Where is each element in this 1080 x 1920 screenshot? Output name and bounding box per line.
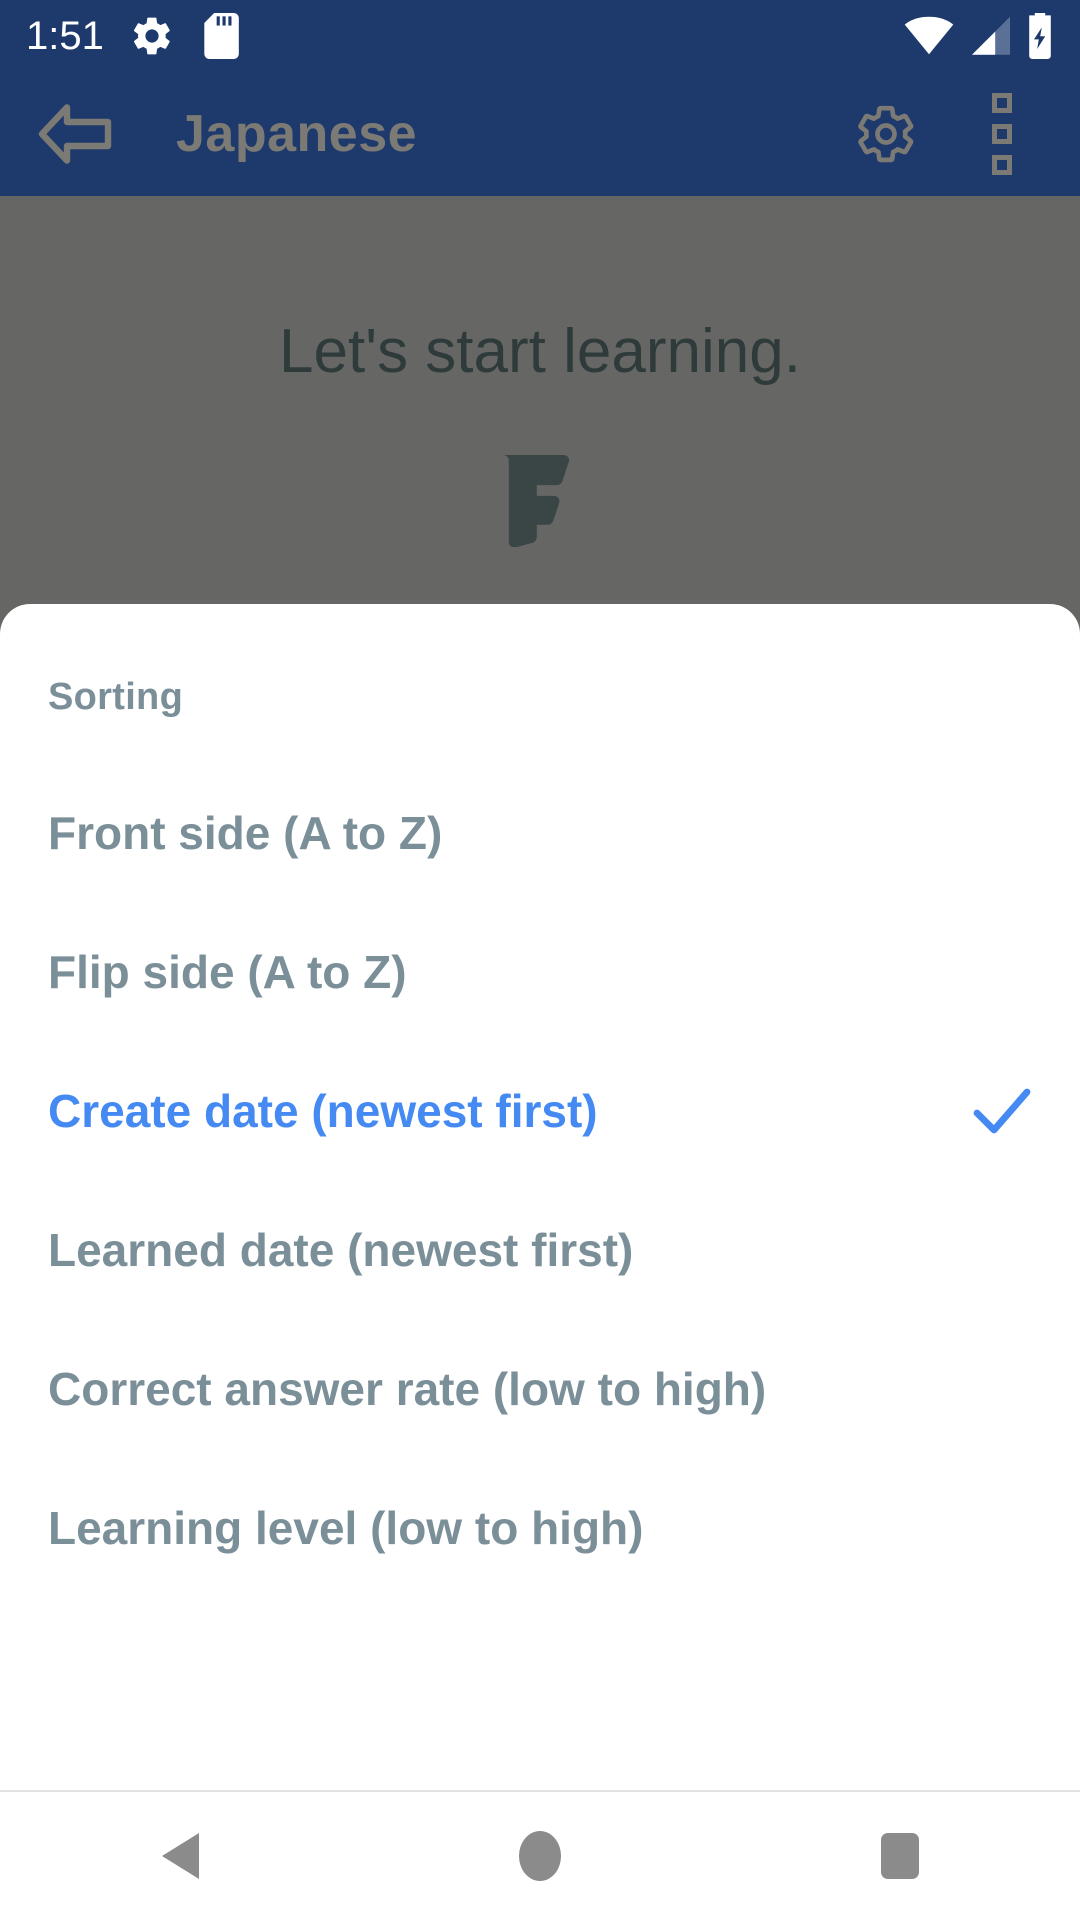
sort-option-flip-side[interactable]: Flip side (A to Z) bbox=[0, 902, 1080, 1041]
battery-charging-icon bbox=[1026, 13, 1054, 59]
home-nav-button[interactable] bbox=[450, 1791, 630, 1920]
sorting-bottom-sheet: Sorting Front side (A to Z) Flip side (A… bbox=[0, 604, 1080, 1920]
sort-option-correct-answer-rate[interactable]: Correct answer rate (low to high) bbox=[0, 1319, 1080, 1458]
sort-option-label: Front side (A to Z) bbox=[48, 806, 443, 859]
sort-option-label: Learning level (low to high) bbox=[48, 1501, 644, 1554]
wifi-icon bbox=[904, 16, 954, 56]
page-title: Japanese bbox=[176, 105, 418, 163]
status-bar-right bbox=[904, 13, 1054, 59]
gear-icon bbox=[858, 105, 914, 163]
sort-option-learned-date[interactable]: Learned date (newest first) bbox=[0, 1180, 1080, 1319]
app-bar-actions bbox=[834, 82, 1080, 186]
empty-state-message: Let's start learning. bbox=[279, 317, 801, 386]
circle-home-icon bbox=[519, 1831, 561, 1881]
gear-icon bbox=[130, 14, 174, 58]
status-bar-clock: 1:51 bbox=[26, 14, 104, 58]
status-bar-left: 1:51 bbox=[26, 13, 240, 59]
square-recents-icon bbox=[881, 1833, 919, 1879]
back-nav-button[interactable] bbox=[90, 1791, 270, 1920]
sort-option-create-date[interactable]: Create date (newest first) bbox=[0, 1041, 1080, 1180]
sort-options-list: Front side (A to Z) Flip side (A to Z) C… bbox=[0, 763, 1080, 1597]
app-bar: Japanese bbox=[0, 72, 1080, 196]
sort-option-front-side[interactable]: Front side (A to Z) bbox=[0, 763, 1080, 902]
empty-state: Let's start learning. bbox=[0, 196, 1080, 552]
settings-button[interactable] bbox=[834, 82, 938, 186]
phone-screen: 1:51 Japanese Let's start learning. Sort… bbox=[0, 0, 1080, 1920]
sort-option-label: Correct answer rate (low to high) bbox=[48, 1362, 767, 1415]
sort-option-label: Create date (newest first) bbox=[48, 1084, 598, 1137]
overflow-menu-button[interactable] bbox=[950, 82, 1054, 186]
overflow-menu-icon bbox=[992, 155, 1012, 175]
status-bar: 1:51 bbox=[0, 0, 1080, 72]
recents-nav-button[interactable] bbox=[810, 1791, 990, 1920]
sort-option-learning-level[interactable]: Learning level (low to high) bbox=[0, 1458, 1080, 1597]
triangle-back-icon bbox=[162, 1833, 199, 1879]
sort-option-label: Flip side (A to Z) bbox=[48, 945, 407, 998]
flashcards-f-logo bbox=[503, 455, 577, 552]
cellular-signal-icon bbox=[968, 16, 1012, 56]
overflow-menu-icon bbox=[992, 124, 1012, 144]
system-navigation-bar bbox=[0, 1790, 1080, 1920]
back-arrow-icon bbox=[38, 104, 112, 164]
overflow-menu-icon bbox=[992, 93, 1012, 113]
sd-card-icon bbox=[200, 13, 240, 59]
bottom-sheet-title: Sorting bbox=[48, 676, 184, 718]
check-icon bbox=[972, 1081, 1032, 1141]
back-button[interactable] bbox=[20, 79, 130, 189]
sort-option-label: Learned date (newest first) bbox=[48, 1223, 634, 1276]
